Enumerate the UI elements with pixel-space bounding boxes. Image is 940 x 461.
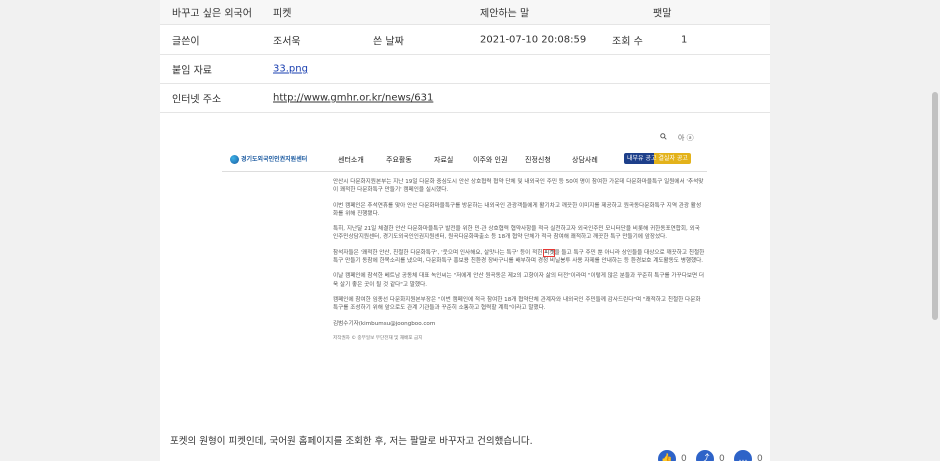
comment-button[interactable]: … 0 [734,450,763,461]
copyright-notice: 저작권자 © 중부일보 무단전재 및 재배포 금지 [333,335,423,341]
thumbs-up-icon: 👍 [658,450,676,461]
url-link[interactable]: http://www.gmhr.or.kr/news/631 [273,93,433,104]
author-value: 조서욱 [273,36,301,47]
share-button[interactable]: ⤴ 0 [696,450,725,461]
comment-count: 0 [757,454,763,461]
scrollbar[interactable] [930,0,940,461]
nav-item: 이주와 인권 [473,156,508,164]
url-label: 인터넷 주소 [172,94,222,106]
language-toggle: 아 ⓐ [678,134,694,142]
article-paragraph: 캠페인에 참여한 임종선 다문화지원본부장은 "이번 캠페인에 적극 참여한 1… [333,296,701,312]
proposed-word-label: 제안하는 말 [480,8,530,20]
article-byline: 김범수기자(kimbumsu@joongboo.com [333,320,436,327]
nav-item: 센터소개 [338,156,364,164]
like-count: 0 [681,454,687,461]
highlighted-word: 피켓 [543,248,556,257]
date-value: 2021-07-10 20:08:59 [480,34,587,45]
nav-item: 상담사례 [572,156,598,164]
screenshot-topbar: 아 ⓐ [222,130,707,144]
search-icon [660,133,667,142]
nav-item: 진정신청 [525,156,551,164]
article-paragraph: 이날 캠페인에 참석한 베트남 공동체 대표 녹인씨는 "저에게 안산 원곡동은… [333,273,705,288]
table-row: 글쓴이 조서욱 쓴 날짜 2021-07-10 20:08:59 조회 수 1 [160,25,770,55]
screenshot-nav: 경기도외국인인권지원센터 센터소개 주요활동 자료실 이주와 인권 진정신청 상… [222,146,707,172]
like-button[interactable]: 👍 0 [658,450,687,461]
post-card: 바꾸고 싶은 외국어 피켓 제안하는 말 팻말 글쓴이 조서욱 쓴 날짜 202… [160,0,770,461]
logo: 경기도외국인인권지원센터 [230,154,307,164]
table-row: 인터넷 주소 http://www.gmhr.or.kr/news/631 [160,84,770,113]
nav-item: 자료실 [434,156,454,164]
article-paragraph: 안산시 다문화지원본부는 지난 19일 다문화 중심도시 안산 상호협력 협약 … [333,179,704,194]
article-paragraph: 특히, 지난달 21일 체결한 안산 다문화마을특구 발전을 위한 민·관 상호… [333,226,700,241]
foreign-word-value: 피켓 [273,8,292,20]
table-row: 붙임 자료 33.png [160,55,770,84]
author-label: 글쓴이 [172,36,200,47]
scrollbar-thumb[interactable] [932,92,938,320]
article-body: 안산시 다문화지원본부는 지난 19일 다문화 중심도시 안산 상호협력 협약 … [333,178,705,350]
page: 바꾸고 싶은 외국어 피켓 제안하는 말 팻말 글쓴이 조서욱 쓴 날짜 202… [0,0,930,461]
article-paragraph: 이번 캠페인은 추석연휴를 맞아 안산 다문화마을특구를 방문하는 내외국인 관… [333,202,702,217]
share-count: 0 [719,454,725,461]
table-row: 바꾸고 싶은 외국어 피켓 제안하는 말 팻말 [160,0,770,25]
nav-item: 주요활동 [386,156,412,164]
share-icon: ⤴ [696,450,714,461]
attachment-label: 붙임 자료 [172,65,212,77]
attachment-link[interactable]: 33.png [273,64,308,75]
post-body-text: 포켓의 원형이 피켓인데, 국어원 홈페이지를 조회한 후, 저는 팔말로 바꾸… [170,436,533,447]
post-meta-table: 바꾸고 싶은 외국어 피켓 제안하는 말 팻말 글쓴이 조서욱 쓴 날짜 202… [160,0,770,113]
article-paragraph: 참석자들은 '쾌적한 안산, 친절한 다문화특구', '웃으며 인사해요, 살맛… [333,248,705,265]
attached-screenshot: 아 ⓐ 경기도외국인인권지원센터 센터소개 주요활동 자료실 이주와 인권 진정… [222,130,707,410]
notice-badge: 내부유 공고 결실자 공고 [624,153,691,164]
comment-icon: … [734,450,752,461]
views-value: 1 [681,34,688,45]
logo-mark-icon [230,155,239,164]
views-label: 조회 수 [612,36,643,47]
proposed-word-value: 팻말 [653,8,672,20]
foreign-word-label: 바꾸고 싶은 외국어 [172,8,252,20]
date-label: 쓴 날짜 [373,36,404,47]
